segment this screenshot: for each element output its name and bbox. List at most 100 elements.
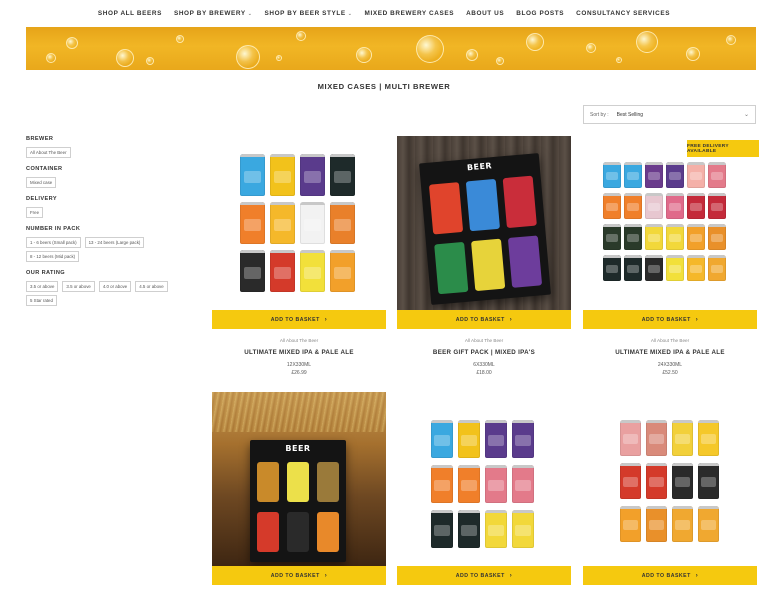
- beer-can: [431, 420, 453, 458]
- beer-can: [485, 420, 507, 458]
- nav-mixed-brewery-cases[interactable]: MIXED BREWERY CASES: [365, 10, 455, 17]
- bubble-decoration: [296, 31, 306, 41]
- filter-option[interactable]: All About The Beer: [26, 147, 71, 158]
- chevron-down-icon: ⌄: [743, 112, 749, 118]
- product-image[interactable]: [212, 136, 386, 310]
- add-to-basket-button[interactable]: ADD TO BASKET ›: [212, 310, 386, 329]
- top-navigation: SHOP ALL BEERS SHOP BY BREWERY ⌄ SHOP BY …: [0, 0, 768, 27]
- beer-can: [620, 506, 641, 542]
- bubble-decoration: [66, 37, 78, 49]
- product-title[interactable]: ULTIMATE MIXED IPA & PALE ALE: [583, 349, 757, 356]
- bubble-decoration: [236, 45, 260, 69]
- product-brand[interactable]: All About The Beer: [583, 338, 757, 343]
- sort-select[interactable]: Sort by : Best Selling ⌄: [583, 105, 756, 124]
- nav-blog-posts[interactable]: BLOG POSTS: [516, 10, 564, 17]
- nav-shop-all-beers[interactable]: SHOP ALL BEERS: [98, 10, 162, 17]
- product-image[interactable]: BEER: [212, 392, 386, 566]
- beer-can: [300, 202, 325, 244]
- product-price: £26.99: [291, 370, 307, 376]
- product-title[interactable]: BEER GIFT PACK | MIXED IPA'S: [397, 349, 571, 356]
- gift-box-logo: BEER: [466, 161, 493, 173]
- beer-can: [300, 250, 325, 292]
- filter-option[interactable]: Mixed case: [26, 177, 57, 188]
- beer-can: [645, 224, 663, 250]
- beer-can: [666, 193, 684, 219]
- product-image[interactable]: [583, 136, 757, 310]
- product-card[interactable]: BEER ADD TO BASKET › All About The Beer B…: [397, 136, 571, 376]
- filter-option[interactable]: Free: [26, 207, 44, 218]
- beer-can: [458, 420, 480, 458]
- beer-can: [698, 420, 719, 456]
- filter-option[interactable]: 13 - 24 beers (Large pack): [84, 237, 145, 248]
- collection-banner-image: [26, 27, 756, 70]
- beer-can: [687, 224, 705, 250]
- add-to-basket-button[interactable]: ADD TO BASKET ›: [397, 310, 571, 329]
- filter-option[interactable]: 3.5 or above: [26, 281, 59, 292]
- beer-can: [687, 255, 705, 281]
- product-brand[interactable]: All About The Beer: [212, 338, 386, 343]
- gift-box-logo: BEER: [285, 444, 311, 453]
- filter-heading: DELIVERY: [26, 196, 57, 202]
- filter-option[interactable]: 8 - 12 beers (Mid pack): [26, 251, 80, 262]
- free-delivery-badge: FREE DELIVERY AVAILABLE: [687, 140, 759, 157]
- beer-can: [708, 224, 726, 250]
- beer-can: [458, 510, 480, 548]
- filter-heading: OUR RATING: [26, 270, 66, 276]
- nav-about-us[interactable]: ABOUT US: [466, 10, 504, 17]
- beer-can: [687, 193, 705, 219]
- filter-group-brewer: BREWER All About The Beer: [26, 136, 196, 158]
- beer-can: [485, 510, 507, 548]
- bubble-decoration: [116, 49, 134, 67]
- beer-can: [300, 154, 325, 196]
- product-pack-size: 6X330ML: [473, 362, 495, 368]
- product-card[interactable]: ADD TO BASKET ›: [583, 392, 757, 585]
- beer-can: [645, 162, 663, 188]
- chevron-down-icon: ⌄: [347, 11, 353, 17]
- beer-can: [698, 463, 719, 499]
- product-image[interactable]: [583, 392, 757, 566]
- filter-option[interactable]: 4.5 or above: [135, 281, 168, 292]
- bubble-decoration: [276, 55, 282, 61]
- product-card[interactable]: ADD TO BASKET › All About The Beer ULTIMA…: [583, 136, 757, 376]
- beer-can: [458, 465, 480, 503]
- filter-heading: CONTAINER: [26, 166, 63, 172]
- beer-can: [270, 250, 295, 292]
- chevron-right-icon: ›: [509, 316, 513, 323]
- add-to-basket-button[interactable]: ADD TO BASKET ›: [212, 566, 386, 585]
- product-card[interactable]: BEER ADD TO BASKET ›: [212, 392, 386, 585]
- filter-option[interactable]: 3.5 or above: [62, 281, 95, 292]
- add-to-basket-button[interactable]: ADD TO BASKET ›: [583, 310, 757, 329]
- filter-heading: BREWER: [26, 136, 54, 142]
- add-to-basket-button[interactable]: ADD TO BASKET ›: [397, 566, 571, 585]
- nav-consultancy-services[interactable]: CONSULTANCY SERVICES: [576, 10, 670, 17]
- chevron-right-icon: ›: [324, 316, 328, 323]
- beer-can: [646, 420, 667, 456]
- sort-value: Best Selling: [616, 111, 644, 118]
- beer-can: [603, 255, 621, 281]
- chevron-right-icon: ›: [695, 572, 699, 579]
- product-card[interactable]: ADD TO BASKET › All About The Beer ULTIMA…: [212, 136, 386, 376]
- bubble-decoration: [616, 57, 622, 63]
- filter-sidebar: BREWER All About The Beer CONTAINER Mixe…: [26, 136, 196, 314]
- beer-can: [240, 250, 265, 292]
- product-card[interactable]: ADD TO BASKET ›: [397, 392, 571, 585]
- filter-group-number-in-pack: NUMBER IN PACK 1 - 6 beers (Small pack) …: [26, 226, 196, 262]
- filter-option[interactable]: 4.0 or above: [98, 281, 132, 292]
- beer-can: [624, 255, 642, 281]
- filter-option[interactable]: 1 - 6 beers (Small pack): [26, 237, 81, 248]
- beer-can: [672, 420, 693, 456]
- bubble-decoration: [416, 35, 444, 63]
- beer-can: [708, 162, 726, 188]
- chevron-right-icon: ›: [324, 572, 328, 579]
- beer-can: [620, 463, 641, 499]
- nav-shop-by-beer-style[interactable]: SHOP BY BEER STYLE ⌄: [265, 10, 353, 17]
- beer-can: [645, 193, 663, 219]
- add-to-basket-button[interactable]: ADD TO BASKET ›: [583, 566, 757, 585]
- product-title[interactable]: ULTIMATE MIXED IPA & PALE ALE: [212, 349, 386, 356]
- beer-can: [603, 193, 621, 219]
- product-brand[interactable]: All About The Beer: [397, 338, 571, 343]
- nav-shop-by-brewery[interactable]: SHOP BY BREWERY ⌄: [174, 10, 253, 17]
- filter-option[interactable]: 5 Star rated: [26, 295, 57, 306]
- product-image[interactable]: BEER: [397, 136, 571, 310]
- product-image[interactable]: [397, 392, 571, 566]
